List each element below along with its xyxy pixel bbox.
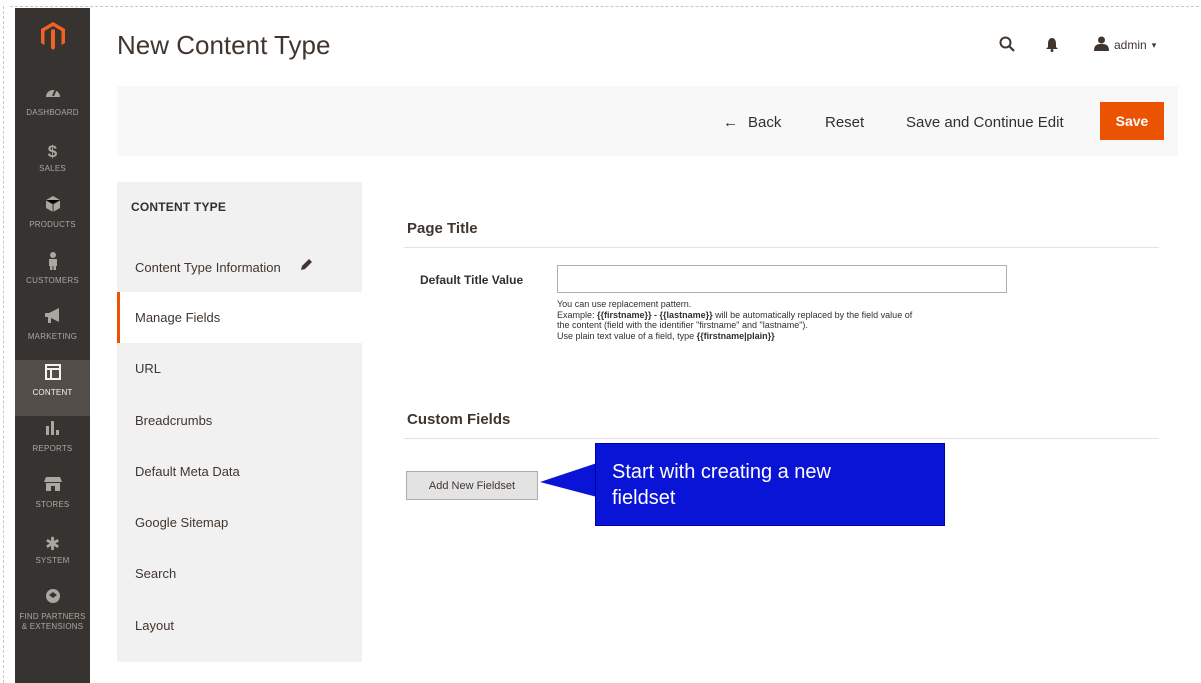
tab-label: URL [135,361,162,376]
dashboard-icon [15,84,90,108]
tab-label: Search [135,566,177,581]
note-line: the content (field with the identifier "… [557,320,808,330]
callout-line: fieldset [612,487,676,509]
dashed-frame-top [10,6,1199,7]
save-and-continue-button[interactable]: Save and Continue Edit [906,114,1064,131]
magento-logo-icon[interactable] [15,22,90,55]
storefront-icon [15,476,90,500]
custom-fields-heading: Custom Fields [407,411,511,428]
tab-google-sitemap[interactable]: Google Sitemap [117,497,362,548]
tab-breadcrumbs[interactable]: Breadcrumbs [117,395,362,446]
bell-icon[interactable] [1046,38,1058,57]
page-title-section-heading: Page Title [407,220,478,237]
tabs-heading: CONTENT TYPE [131,200,227,214]
nav-item-sales[interactable]: $ SALES [15,136,90,192]
arrow-left-icon: ← [723,114,738,131]
nav-item-find-partners[interactable]: FIND PARTNERS & EXTENSIONS [15,584,90,644]
callout-line: Start with creating a new [612,461,831,483]
tab-label: Manage Fields [135,310,221,325]
tab-search[interactable]: Search [117,548,362,599]
pencil-icon [300,258,313,274]
note-text: Example: [557,309,598,320]
section-divider [404,247,1159,248]
back-button[interactable]: ← Back [723,114,781,131]
tab-label: Breadcrumbs [135,413,213,428]
admin-sidebar: DASHBOARD $ SALES PRODUCTS CUSTOMERS MAR… [15,8,90,683]
tab-manage-fields[interactable]: Manage Fields [117,292,362,343]
nav-item-marketing[interactable]: MARKETING [15,304,90,360]
save-button[interactable]: Save [1100,102,1164,140]
user-name: admin [1114,38,1147,52]
tab-label: Default Meta Data [135,464,240,479]
nav-item-products[interactable]: PRODUCTS [15,192,90,248]
nav-label: STORES [35,500,70,509]
tab-label: Layout [135,618,175,633]
nav-item-system[interactable]: ✱ SYSTEM [15,528,90,584]
dashed-frame-left [3,6,4,683]
tab-url[interactable]: URL [117,343,362,394]
note-line: You can use replacement pattern. [557,299,692,309]
nav-label: SALES [39,164,66,173]
callout-text: Start with creating a new fieldset [612,459,831,511]
nav-item-dashboard[interactable]: DASHBOARD [15,80,90,136]
tab-label: Content Type Information [135,260,281,275]
page-title: New Content Type [117,30,331,60]
nav-label: SYSTEM [35,556,70,565]
note-line: Example: {{firstname}} - {{lastname}} wi… [557,310,1027,321]
admin-user-menu[interactable]: admin ▾ [1094,36,1156,54]
tab-layout[interactable]: Layout [117,600,362,651]
nav-label: & EXTENSIONS [21,622,84,631]
content-type-tabs: CONTENT TYPE Content Type Information Ma… [117,182,362,662]
note-code: {{firstname}} - {{lastname}} [597,309,713,320]
puzzle-icon [15,588,90,612]
nav-label: PRODUCTS [29,220,76,229]
tab-label: Google Sitemap [135,515,229,530]
chevron-down-icon: ▾ [1151,39,1157,50]
megaphone-icon [15,308,90,332]
section-divider [404,438,1159,439]
cube-icon [15,196,90,220]
default-title-input[interactable] [557,265,1007,293]
search-icon[interactable] [999,36,1015,57]
gear-icon: ✱ [44,534,61,554]
nav-label: REPORTS [32,444,73,453]
tab-content-type-information[interactable]: Content Type Information [117,242,362,293]
person-icon [15,252,90,276]
reset-button[interactable]: Reset [825,114,864,131]
add-new-fieldset-button[interactable]: Add New Fieldset [406,471,538,500]
tab-default-meta-data[interactable]: Default Meta Data [117,446,362,497]
nav-label: MARKETING [27,332,78,341]
layout-icon [15,364,90,388]
back-label: Back [748,114,782,131]
note-text: will be automatically replaced by the fi… [712,309,913,320]
field-note: You can use replacement pattern. Example… [557,299,1027,341]
nav-label: DASHBOARD [26,108,79,117]
bar-chart-icon [15,420,90,444]
nav-item-content[interactable]: CONTENT [15,360,90,416]
nav-label: CONTENT [32,388,73,397]
nav-label: FIND PARTNERS [19,612,86,621]
nav-label: CUSTOMERS [26,276,79,285]
note-text: Use plain text value of a field, type [557,330,697,341]
dollar-icon: $ [47,142,58,161]
note-code: {{firstname|plain}} [696,330,775,341]
note-line: Use plain text value of a field, type {{… [557,331,1027,342]
nav-item-customers[interactable]: CUSTOMERS [15,248,90,304]
nav-item-reports[interactable]: REPORTS [15,416,90,472]
annotation-callout: Start with creating a new fieldset [595,443,945,526]
default-title-label: Default Title Value [420,273,524,287]
user-icon [1094,36,1109,54]
nav-item-stores[interactable]: STORES [15,472,90,528]
